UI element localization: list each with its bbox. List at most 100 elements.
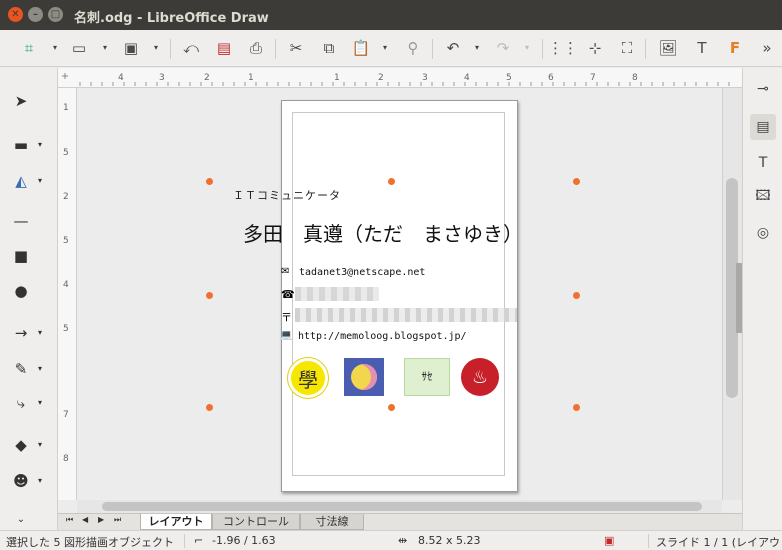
ruler-label: 2 [204,73,210,83]
title-bar: ✕ – □ 名刺.odg - LibreOffice Draw [0,0,782,30]
tab-dimension-lines[interactable]: 寸法線 [300,514,364,530]
selection-handle[interactable] [206,292,213,299]
ruler-label: 1 [248,73,254,83]
chevron-down-icon[interactable]: ▾ [38,328,42,337]
card-name[interactable]: 多田 真遵（ただ まさゆき） [243,218,523,247]
connector-tool-icon[interactable]: ⤷ [8,390,34,416]
tab-layout[interactable]: レイアウト [140,514,212,530]
chevron-down-icon[interactable]: ▾ [38,176,42,185]
export-pdf-icon[interactable]: ▤ [213,37,235,59]
close-icon[interactable]: ✕ [8,7,23,22]
copy-icon[interactable]: ⧉ [318,37,340,59]
sidebar-menu-icon[interactable]: ⊸ [750,76,776,102]
insert-textbox-icon[interactable]: T [691,37,713,59]
zoom-page-icon[interactable]: ⛶ [616,37,638,59]
ruler-label: 5 [506,73,512,83]
chevron-down-icon[interactable]: ▾ [50,40,60,56]
email-icon: ✉ [281,266,290,277]
drawing-canvas[interactable]: ＩＴコミュニケータ 多田 真遵（ただ まさゆき） ✉ tadanet3@nets… [77,88,722,500]
expand-toolbar-icon[interactable]: ⌄ [8,506,34,532]
insert-image-icon[interactable]: 🖼 [657,37,679,59]
drawing-toolbar: ➤ ▬ ▾ ◭ ▾ — ■ ● → ▾ ✎ ▾ ⤷ ▾ ◆ ▾ ☻ ▾ ⌄ [0,68,58,530]
more-icon[interactable]: » [756,37,778,59]
navigator-icon[interactable]: ◎ [750,220,776,246]
horizontal-scrollbar[interactable] [77,500,722,513]
fontwork-icon[interactable]: F [724,37,746,59]
connector-icon[interactable]: ⌗ [18,37,40,59]
styles-icon[interactable]: T [750,150,776,176]
redo-icon[interactable]: ↷ [492,37,514,59]
logo-moon-icon[interactable] [344,358,384,396]
ruler-label: 3 [422,73,428,83]
open-folder-icon[interactable]: ▭ [68,37,90,59]
arrow-line-icon[interactable]: → [8,320,34,346]
chevron-down-icon[interactable]: ▾ [472,40,482,56]
ruler-label: 1 [63,103,69,113]
first-tab-icon[interactable]: ⏮ [66,515,73,525]
chevron-down-icon[interactable]: ▾ [38,140,42,149]
document-modified-icon[interactable]: ▣ [604,534,614,547]
horizontal-ruler[interactable]: 4 3 2 1 1 2 3 4 5 6 7 8 [58,68,742,88]
rectangle-icon[interactable]: ■ [8,243,34,269]
clone-formatting-icon[interactable]: ⚲ [402,37,424,59]
chevron-down-icon[interactable]: ▾ [38,398,42,407]
ruler-label: 6 [548,73,554,83]
tab-controls[interactable]: コントロール [212,514,300,530]
selection-handle[interactable] [388,404,395,411]
selection-handle[interactable] [573,178,580,185]
card-email[interactable]: tadanet3@netscape.net [299,267,425,278]
horizontal-scrollbar-thumb[interactable] [102,502,702,511]
postal-icon: 〒 [281,311,292,324]
properties-icon[interactable]: ▤ [750,114,776,140]
symbol-shapes-icon[interactable]: ☻ [8,468,34,494]
cut-icon[interactable]: ✂ [285,37,307,59]
chevron-down-icon[interactable]: ▾ [522,40,532,56]
line-icon[interactable]: — [8,208,34,234]
basic-shapes-icon[interactable]: ◆ [8,432,34,458]
grid-icon[interactable]: ⋮⋮ [548,37,578,59]
ruler-label: 7 [63,410,69,420]
card-url[interactable]: http://memoloog.blogspot.jp/ [298,331,467,342]
line-color-icon[interactable]: ▬ [8,132,34,158]
selection-status: 選択した 5 図形描画オブジェクト [6,536,174,549]
vertical-scrollbar[interactable] [722,88,742,500]
print-icon[interactable]: ⎙ [245,37,267,59]
chevron-down-icon[interactable]: ▾ [380,40,390,56]
paste-icon[interactable]: 📋 [350,37,372,59]
minimize-icon[interactable]: – [28,7,43,22]
export-icon[interactable]: ⤺ [180,37,202,59]
redacted-address [295,308,517,322]
ruler-label: 2 [378,73,384,83]
selection-handle[interactable] [573,404,580,411]
undo-icon[interactable]: ↶ [442,37,464,59]
selection-handle[interactable] [388,178,395,185]
vertical-ruler[interactable]: 1 5 2 5 4 5 7 8 [58,88,77,500]
select-arrow-icon[interactable]: ➤ [8,88,34,114]
selection-handle[interactable] [206,404,213,411]
selection-handle[interactable] [206,178,213,185]
next-tab-icon[interactable]: ▶ [98,515,104,524]
last-tab-icon[interactable]: ⏭ [114,515,121,525]
gallery-icon[interactable]: 🖾 [750,184,776,210]
logo-gaku-icon[interactable]: 學 [288,358,328,398]
chevron-down-icon[interactable]: ▾ [100,40,110,56]
save-icon[interactable]: ▣ [120,37,142,59]
helplines-icon[interactable]: ⊹ [584,37,606,59]
maximize-icon[interactable]: □ [48,7,63,22]
card-tagline[interactable]: ＩＴコミュニケータ [233,187,341,203]
ruler-label: 8 [632,73,638,83]
logo-flame-icon[interactable]: ♨ [461,358,499,396]
chevron-down-icon[interactable]: ▾ [38,440,42,449]
ruler-label: 3 [159,73,165,83]
chevron-down-icon[interactable]: ▾ [38,476,42,485]
chevron-down-icon[interactable]: ▾ [151,40,161,56]
logo-sign-icon[interactable]: ｻｾ [404,358,450,396]
ellipse-icon[interactable]: ● [8,278,34,304]
slide-status: スライド 1 / 1 (レイアウト) [656,536,782,549]
curve-icon[interactable]: ✎ [8,356,34,382]
selection-handle[interactable] [573,292,580,299]
prev-tab-icon[interactable]: ◀ [82,515,88,524]
phone-icon: ☎ [281,288,295,301]
chevron-down-icon[interactable]: ▾ [38,364,42,373]
fill-color-icon[interactable]: ◭ [8,168,34,194]
